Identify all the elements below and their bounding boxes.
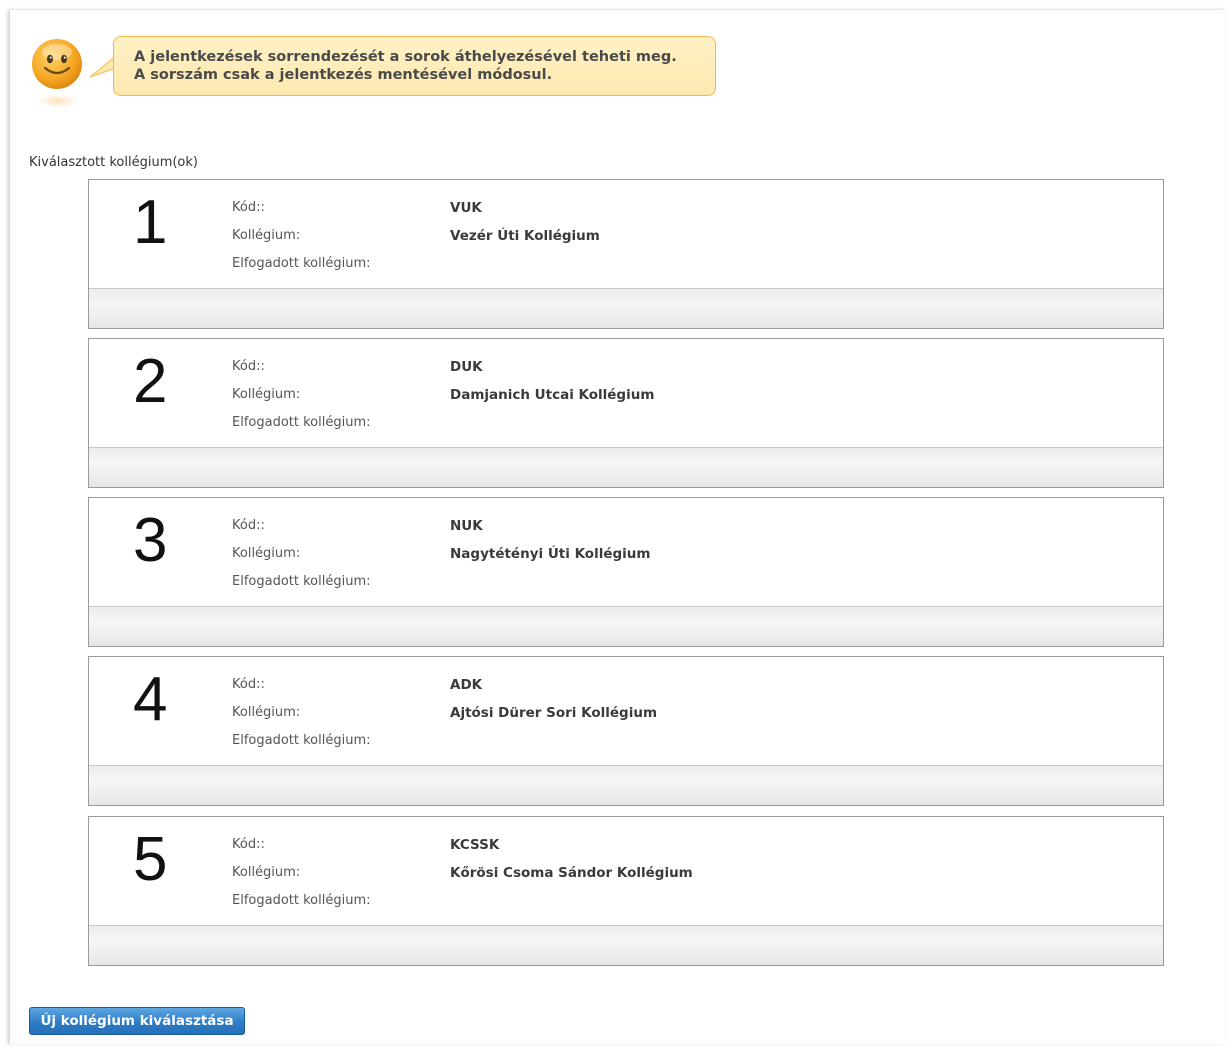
accepted-label: Elfogadott kollégium:	[232, 574, 371, 589]
code-value: DUK	[450, 359, 483, 375]
code-value: ADK	[450, 677, 483, 693]
card-number: 1	[133, 188, 168, 257]
code-label: Kód::	[232, 837, 265, 852]
tip-line-1: A jelentkezések sorrendezését a sorok át…	[134, 49, 677, 65]
new-college-button[interactable]: Új kollégium kiválasztása	[29, 1007, 245, 1035]
college-value: Kőrösi Csoma Sándor Kollégium	[450, 865, 693, 881]
code-label: Kód::	[232, 677, 265, 692]
college-value: Damjanich Utcai Kollégium	[450, 387, 655, 403]
section-label: Kiválasztott kollégium(ok)	[29, 155, 198, 170]
card-footer	[89, 925, 1163, 965]
accepted-label: Elfogadott kollégium:	[232, 893, 371, 908]
college-card[interactable]: 3 Kód:: NUK Kollégium: Nagytétényi Úti K…	[88, 497, 1164, 647]
card-footer	[89, 606, 1163, 646]
card-number: 2	[133, 347, 168, 416]
college-card[interactable]: 4 Kód:: ADK Kollégium: Ajtósi Dürer Sori…	[88, 656, 1164, 806]
page: A jelentkezések sorrendezését a sorok át…	[9, 10, 1225, 1044]
college-label: Kollégium:	[232, 705, 301, 720]
card-footer	[89, 288, 1163, 328]
code-value: VUK	[450, 200, 482, 216]
college-card[interactable]: 1 Kód:: VUK Kollégium: Vezér Úti Kollégi…	[88, 179, 1164, 329]
college-card[interactable]: 5 Kód:: KCSSK Kollégium: Kőrösi Csoma Sá…	[88, 816, 1164, 966]
code-value: KCSSK	[450, 837, 500, 853]
college-label: Kollégium:	[232, 228, 301, 243]
tip-line-2: A sorszám csak a jelentkezés mentésével …	[134, 67, 553, 83]
smiley-reflection	[37, 94, 79, 108]
college-value: Ajtósi Dürer Sori Kollégium	[450, 705, 658, 721]
college-value: Vezér Úti Kollégium	[450, 228, 600, 244]
college-card[interactable]: 2 Kód:: DUK Kollégium: Damjanich Utcai K…	[88, 338, 1164, 488]
tip-bubble: A jelentkezések sorrendezését a sorok át…	[113, 36, 716, 96]
smiley-icon	[32, 39, 82, 89]
accepted-label: Elfogadott kollégium:	[232, 733, 371, 748]
code-value: NUK	[450, 518, 483, 534]
card-footer	[89, 447, 1163, 487]
code-label: Kód::	[232, 518, 265, 533]
card-footer	[89, 765, 1163, 805]
card-number: 4	[133, 665, 168, 734]
card-number: 5	[133, 825, 168, 894]
college-label: Kollégium:	[232, 865, 301, 880]
code-label: Kód::	[232, 359, 265, 374]
college-label: Kollégium:	[232, 546, 301, 561]
accepted-label: Elfogadott kollégium:	[232, 415, 371, 430]
college-label: Kollégium:	[232, 387, 301, 402]
college-value: Nagytétényi Úti Kollégium	[450, 546, 651, 562]
accepted-label: Elfogadott kollégium:	[232, 256, 371, 271]
code-label: Kód::	[232, 200, 265, 215]
card-number: 3	[133, 506, 168, 575]
